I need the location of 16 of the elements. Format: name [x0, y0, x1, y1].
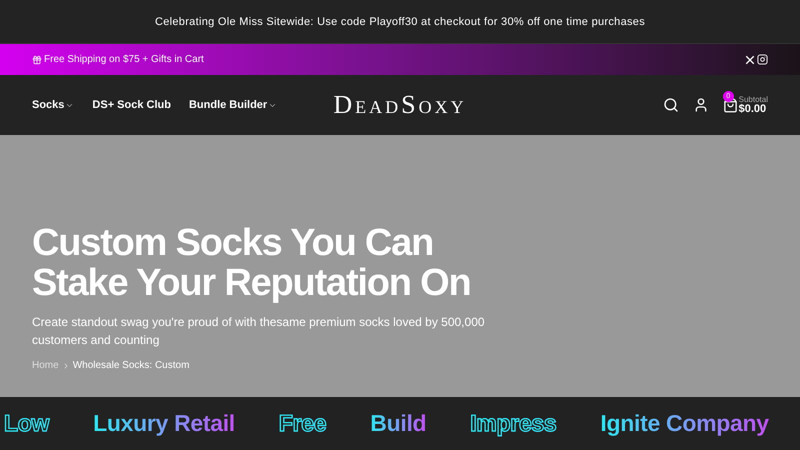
search-icon[interactable]: [662, 97, 679, 113]
hero-subtitle: Create standout swag you're proud of with thesame premium socks loved by 500,000 customers and counting: [32, 314, 486, 349]
gift-icon: [32, 54, 42, 64]
nav-link[interactable]: Socks: [32, 99, 74, 111]
cart-icon[interactable]: [722, 98, 738, 112]
promo-text: Free Shipping on $75 + Gifts in Cart: [32, 54, 204, 65]
logo[interactable]: DeadSoxy: [333, 90, 467, 120]
x-logo-icon[interactable]: [745, 54, 755, 64]
nav-link[interactable]: DS+ Sock Club: [92, 99, 171, 111]
user-icon[interactable]: [692, 97, 709, 113]
breadcrumb-current: Wholesale Socks: Custom: [72, 360, 190, 371]
hero-title: Custom Socks You Can Stake Your Reputation On: [32, 223, 472, 303]
subtotal-label: Subtotal: [738, 96, 768, 104]
nav-link[interactable]: Bundle Builder: [188, 99, 278, 111]
subtotal-value: $0.00: [738, 104, 766, 114]
instagram-icon[interactable]: [757, 54, 768, 65]
